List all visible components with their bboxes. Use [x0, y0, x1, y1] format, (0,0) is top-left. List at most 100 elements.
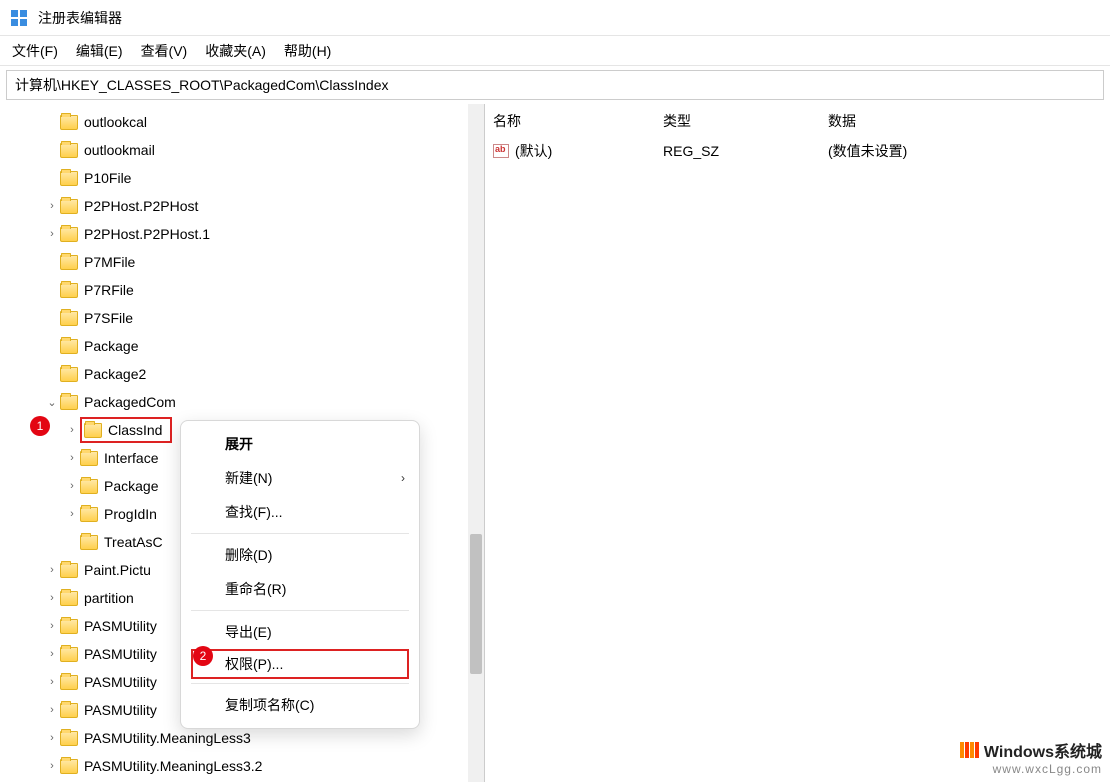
tree-item-label: P2PHost.P2PHost: [84, 198, 198, 214]
expand-icon[interactable]: ›: [44, 592, 60, 604]
values-panel: 名称 类型 数据 (默认) REG_SZ (数值未设置): [485, 104, 1110, 782]
expand-icon[interactable]: ›: [44, 648, 60, 660]
tree-item-label: PASMUtility: [84, 702, 157, 718]
watermark: Windows系统城 www.wxcLgg.com: [960, 738, 1102, 776]
ctx-permissions[interactable]: 权限(P)...: [191, 649, 409, 679]
selected-key-highlight: ClassInd: [80, 417, 172, 443]
tree-item[interactable]: ›P7SFile: [4, 304, 484, 332]
titlebar: 注册表编辑器: [0, 0, 1110, 36]
ctx-export[interactable]: 导出(E): [181, 615, 419, 649]
expand-icon[interactable]: ›: [64, 508, 80, 520]
tree-item-label: P2PHost.P2PHost.1: [84, 226, 210, 242]
tree-item-label: P7RFile: [84, 282, 134, 298]
menubar: 文件(F) 编辑(E) 查看(V) 收藏夹(A) 帮助(H): [0, 36, 1110, 66]
tree-item[interactable]: ›P7MFile: [4, 248, 484, 276]
tree-item[interactable]: ›P7RFile: [4, 276, 484, 304]
ctx-separator: [191, 683, 409, 684]
ctx-rename[interactable]: 重命名(R): [181, 572, 419, 606]
expand-icon[interactable]: ›: [44, 732, 60, 744]
menu-view[interactable]: 查看(V): [141, 41, 188, 61]
folder-icon: [60, 199, 78, 214]
folder-icon: [60, 115, 78, 130]
folder-icon: [60, 563, 78, 578]
expand-icon[interactable]: ›: [44, 200, 60, 212]
tree-item[interactable]: › PASMUtility.MeaningLess3.2: [4, 752, 484, 780]
tree-item-label: P10File: [84, 170, 131, 186]
tree-item-label: outlookmail: [84, 142, 155, 158]
ctx-expand[interactable]: 展开: [181, 427, 419, 461]
tree-item-label: ProgIdIn: [104, 506, 157, 522]
tree-item[interactable]: ⌄ PackagedCom: [4, 388, 484, 416]
ctx-separator: [191, 533, 409, 534]
expand-icon[interactable]: ›: [64, 424, 80, 436]
folder-icon: [84, 423, 102, 438]
watermark-url: www.wxcLgg.com: [960, 762, 1102, 776]
folder-icon: [60, 227, 78, 242]
tree-item[interactable]: ›outlookcal: [4, 108, 484, 136]
value-row[interactable]: (默认) REG_SZ (数值未设置): [493, 136, 1102, 166]
expand-icon[interactable]: ›: [44, 676, 60, 688]
tree-item[interactable]: ›Package: [4, 332, 484, 360]
expand-icon[interactable]: ›: [64, 452, 80, 464]
values-header: 名称 类型 数据: [493, 106, 1102, 136]
annotation-badge-1: 1: [30, 416, 50, 436]
ctx-new[interactable]: 新建(N)›: [181, 461, 419, 495]
folder-icon: [60, 731, 78, 746]
menu-file[interactable]: 文件(F): [12, 41, 58, 61]
scrollbar-thumb[interactable]: [470, 534, 482, 674]
expand-icon[interactable]: ›: [44, 620, 60, 632]
submenu-arrow-icon: ›: [401, 471, 405, 485]
expand-icon[interactable]: ›: [64, 480, 80, 492]
menu-edit[interactable]: 编辑(E): [76, 41, 123, 61]
ctx-copy-key-name[interactable]: 复制项名称(C): [181, 688, 419, 722]
tree-item-label: Package: [84, 338, 138, 354]
tree-item-label: partition: [84, 590, 134, 606]
col-header-name[interactable]: 名称: [493, 111, 663, 131]
folder-icon: [60, 675, 78, 690]
folder-icon: [60, 171, 78, 186]
folder-icon: [60, 367, 78, 382]
tree-item-label: PASMUtility: [84, 618, 157, 634]
menu-favorites[interactable]: 收藏夹(A): [205, 41, 266, 61]
ctx-find[interactable]: 查找(F)...: [181, 495, 419, 529]
ctx-separator: [191, 610, 409, 611]
col-header-type[interactable]: 类型: [663, 111, 828, 131]
string-value-icon: [493, 144, 509, 158]
expand-icon[interactable]: ›: [44, 704, 60, 716]
ctx-delete[interactable]: 删除(D): [181, 538, 419, 572]
menu-help[interactable]: 帮助(H): [284, 41, 331, 61]
expand-icon[interactable]: ›: [44, 228, 60, 240]
tree-item[interactable]: ›Package2: [4, 360, 484, 388]
folder-icon: [80, 535, 98, 550]
folder-icon: [60, 311, 78, 326]
folder-icon: [60, 591, 78, 606]
expand-icon[interactable]: ›: [44, 760, 60, 772]
expand-icon[interactable]: ›: [44, 564, 60, 576]
regedit-icon: [10, 9, 28, 27]
tree-item[interactable]: › P2PHost.P2PHost.1: [4, 220, 484, 248]
tree-item[interactable]: ›P10File: [4, 164, 484, 192]
col-header-data[interactable]: 数据: [828, 111, 856, 131]
folder-icon: [60, 759, 78, 774]
tree-item-label: Paint.Pictu: [84, 562, 151, 578]
tree-item[interactable]: › P2PHost.P2PHost: [4, 192, 484, 220]
watermark-logo-icon: [960, 742, 980, 758]
folder-icon: [60, 703, 78, 718]
tree-item-label: ClassInd: [108, 422, 162, 438]
value-type: REG_SZ: [663, 143, 828, 159]
tree-item-label: PackagedCom: [84, 394, 176, 410]
context-menu: 展开 新建(N)› 查找(F)... 删除(D) 重命名(R) 导出(E) 权限…: [180, 420, 420, 729]
tree-item-label: PASMUtility.MeaningLess3: [84, 730, 251, 746]
window-title: 注册表编辑器: [38, 8, 122, 28]
folder-icon: [80, 507, 98, 522]
address-bar[interactable]: 计算机\HKEY_CLASSES_ROOT\PackagedCom\ClassI…: [6, 70, 1104, 100]
tree-item[interactable]: ›outlookmail: [4, 136, 484, 164]
tree-item-label: Interface: [104, 450, 158, 466]
tree-item-label: PASMUtility.MeaningLess3.2: [84, 758, 262, 774]
tree-item-label: PASMUtility: [84, 674, 157, 690]
collapse-icon[interactable]: ⌄: [44, 396, 60, 409]
folder-icon: [60, 339, 78, 354]
tree-scrollbar[interactable]: [468, 104, 484, 782]
folder-icon: [80, 479, 98, 494]
folder-icon: [60, 395, 78, 410]
